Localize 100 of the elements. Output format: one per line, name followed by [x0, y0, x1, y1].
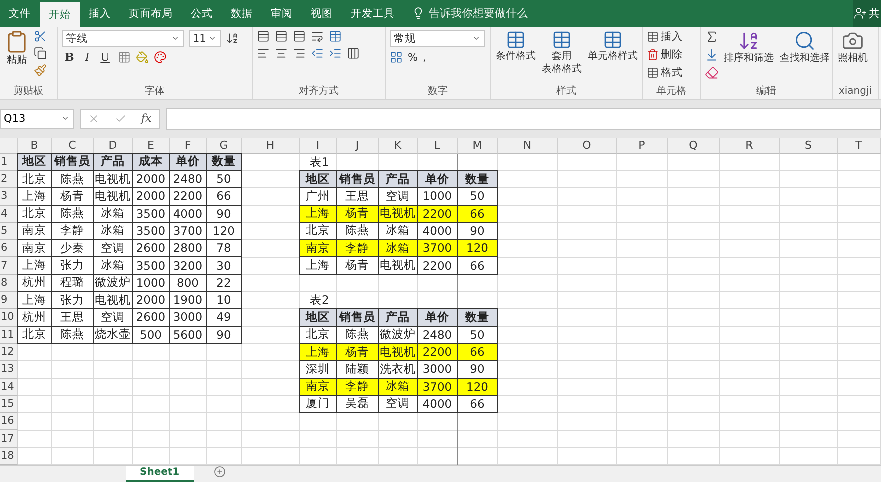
column-header[interactable]: D — [94, 138, 133, 154]
copy-icon — [34, 47, 47, 60]
cell-action-button[interactable]: 删除 — [647, 48, 683, 62]
column-header[interactable]: K — [379, 138, 418, 154]
table-icon — [647, 67, 659, 79]
table-style-icon — [552, 30, 572, 50]
number-format-field[interactable]: 常规 — [390, 30, 485, 47]
column-header[interactable]: N — [498, 138, 558, 154]
row-header[interactable]: 17 — [0, 430, 18, 448]
fill-color-icon — [136, 51, 149, 64]
borders-icon — [118, 51, 131, 64]
row-header[interactable]: 7 — [0, 257, 18, 275]
row-header[interactable]: 15 — [0, 396, 18, 414]
row-header[interactable]: 13 — [0, 361, 18, 379]
cell-action-button[interactable]: 格式 — [647, 66, 683, 80]
tell-me-field[interactable]: 告诉我你想要做什么 — [429, 6, 528, 21]
column-header[interactable]: R — [720, 138, 780, 154]
column-header[interactable]: E — [133, 138, 170, 154]
cell-action-button[interactable]: 插入 — [647, 30, 683, 44]
style-button[interactable]: 条件格式 — [495, 30, 537, 85]
row-header[interactable]: 3 — [0, 188, 18, 206]
ribbon-tab[interactable]: 审阅 — [262, 0, 302, 27]
highlighted-cell: 120 — [457, 239, 498, 258]
column-header[interactable]: B — [18, 138, 52, 154]
table-header-cell: 地区 — [299, 170, 337, 188]
paste-button[interactable]: 粘贴 — [4, 30, 30, 85]
select-all-corner[interactable] — [0, 138, 18, 154]
group-label: 对齐方式 — [298, 84, 340, 99]
sort-icon — [738, 30, 760, 52]
table-header-cell: 地区 — [17, 152, 52, 171]
row-header[interactable]: 18 — [0, 448, 18, 465]
column-header[interactable]: G — [207, 138, 242, 154]
table-title: 表2 — [309, 292, 330, 310]
ribbon-tab[interactable]: 插入 — [80, 0, 120, 27]
column-header[interactable]: C — [52, 138, 94, 154]
group-label: 字体 — [144, 84, 166, 99]
table-header-cell: 单价 — [417, 170, 458, 188]
ribbon-tab[interactable]: 开始 — [40, 2, 80, 27]
style-button[interactable]: 套用 表格格式 — [541, 30, 583, 85]
table-header-cell: 销售员 — [336, 170, 379, 188]
highlighted-cell: 李静 — [336, 239, 379, 258]
table-cell: 广州 — [299, 187, 337, 206]
camera-button[interactable]: 照相机 — [837, 30, 869, 85]
column-header[interactable]: M — [458, 138, 498, 154]
ribbon-tab[interactable]: 公式 — [182, 0, 222, 27]
scissors-icon — [34, 30, 47, 43]
sum-icon — [705, 30, 719, 44]
column-header[interactable]: F — [170, 138, 207, 154]
table-cell: 吴磊 — [336, 394, 379, 414]
name-box[interactable]: Q13 — [0, 108, 74, 129]
ribbon-tab[interactable]: 视图 — [302, 0, 342, 27]
column-header[interactable]: H — [242, 138, 300, 154]
column-header[interactable]: P — [617, 138, 668, 154]
group-label: 样式 — [556, 84, 578, 99]
font-name-field[interactable]: 等线 — [62, 30, 184, 47]
row-header[interactable]: 10 — [0, 309, 18, 327]
font-size-field[interactable]: 11 — [189, 30, 221, 47]
column-header[interactable]: S — [780, 138, 838, 154]
table-cell: 66 — [206, 187, 242, 206]
highlighted-cell: 南京 — [299, 239, 337, 258]
row-header[interactable]: 14 — [0, 378, 18, 396]
ribbon-tab[interactable]: 文件 — [0, 0, 40, 27]
column-header[interactable]: O — [558, 138, 617, 154]
align-right-icon — [293, 47, 306, 60]
share-button[interactable]: 共 — [853, 0, 881, 27]
find-select-button[interactable]: 查找和选择 — [779, 30, 831, 85]
row-header[interactable]: 6 — [0, 240, 18, 258]
sheet-tab[interactable]: Sheet1 — [126, 466, 194, 482]
insert-function-button[interactable]: fx — [141, 112, 152, 126]
table-header-cell: 单价 — [169, 152, 207, 171]
formula-field[interactable] — [166, 108, 881, 130]
sort-filter-button[interactable]: 排序和筛选 — [723, 30, 775, 85]
highlighted-cell: 杨青 — [336, 204, 379, 223]
table-cell: 上海 — [299, 256, 337, 275]
table-cell: 南京 — [17, 239, 52, 258]
comma-button[interactable]: , — [422, 52, 426, 64]
table-cell: 90 — [206, 326, 242, 344]
column-header[interactable]: I — [300, 138, 337, 154]
column-header[interactable]: T — [838, 138, 881, 154]
table-cell: 90 — [457, 360, 498, 379]
align-left-icon — [257, 47, 270, 60]
column-header[interactable]: J — [337, 138, 379, 154]
table-style-icon — [506, 30, 526, 50]
ribbon-tab[interactable]: 开发工具 — [342, 0, 404, 27]
row-header[interactable]: 12 — [0, 344, 18, 362]
row-header[interactable]: 16 — [0, 413, 18, 430]
table-cell: 上海 — [17, 256, 52, 275]
highlighted-cell: 2200 — [417, 204, 458, 223]
style-button[interactable]: 单元格样式 — [587, 30, 639, 85]
ribbon-tab[interactable]: 页面布局 — [120, 0, 182, 27]
column-header[interactable]: Q — [668, 138, 720, 154]
ribbon-tab[interactable]: 数据 — [222, 0, 262, 27]
percent-button[interactable]: % — [408, 52, 418, 64]
underline-button[interactable]: U — [98, 51, 113, 64]
bold-button[interactable]: B — [62, 51, 78, 64]
highlighted-cell: 冰箱 — [378, 239, 418, 258]
italic-button[interactable]: I — [82, 51, 93, 64]
row-header[interactable]: 9 — [0, 292, 18, 310]
column-header[interactable]: L — [418, 138, 458, 154]
group-label: 单元格 — [656, 84, 688, 99]
